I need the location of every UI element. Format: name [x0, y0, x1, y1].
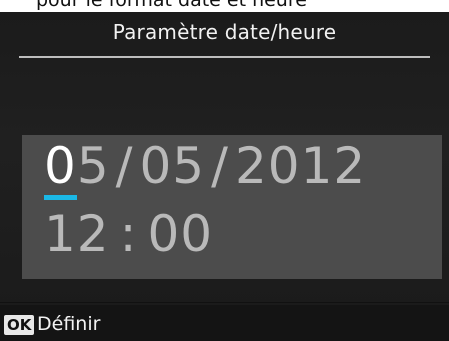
hour-value[interactable]: 12 [44, 205, 110, 263]
cutoff-caption: pour le format date et heure [0, 0, 449, 12]
month-value[interactable]: 05 [139, 137, 205, 195]
minute-value[interactable]: 00 [147, 205, 213, 263]
date-separator-1: / [115, 137, 134, 195]
datetime-panel[interactable]: 0 5 / 05 / 2012 12 : 00 [22, 135, 442, 279]
title-divider [19, 56, 430, 58]
footer-divider [0, 302, 449, 303]
day-digit[interactable]: 5 [77, 137, 110, 195]
cutoff-caption-text: pour le format date et heure [36, 0, 307, 11]
ok-action-label: Définir [37, 313, 101, 335]
screen-title: Paramètre date/heure [112, 20, 337, 44]
footer-bar: OK Définir [0, 305, 449, 341]
cursor-digit[interactable]: 0 [44, 137, 77, 200]
year-value[interactable]: 2012 [235, 137, 366, 195]
time-field[interactable]: 12 : 00 [44, 205, 213, 275]
date-separator-2: / [211, 137, 229, 195]
ok-key-icon[interactable]: OK [4, 315, 35, 335]
lcd-screen: Paramètre date/heure 0 5 / 05 / 2012 12 … [0, 12, 449, 341]
time-separator: : [119, 205, 138, 263]
date-field[interactable]: 0 5 / 05 / 2012 [44, 137, 366, 207]
